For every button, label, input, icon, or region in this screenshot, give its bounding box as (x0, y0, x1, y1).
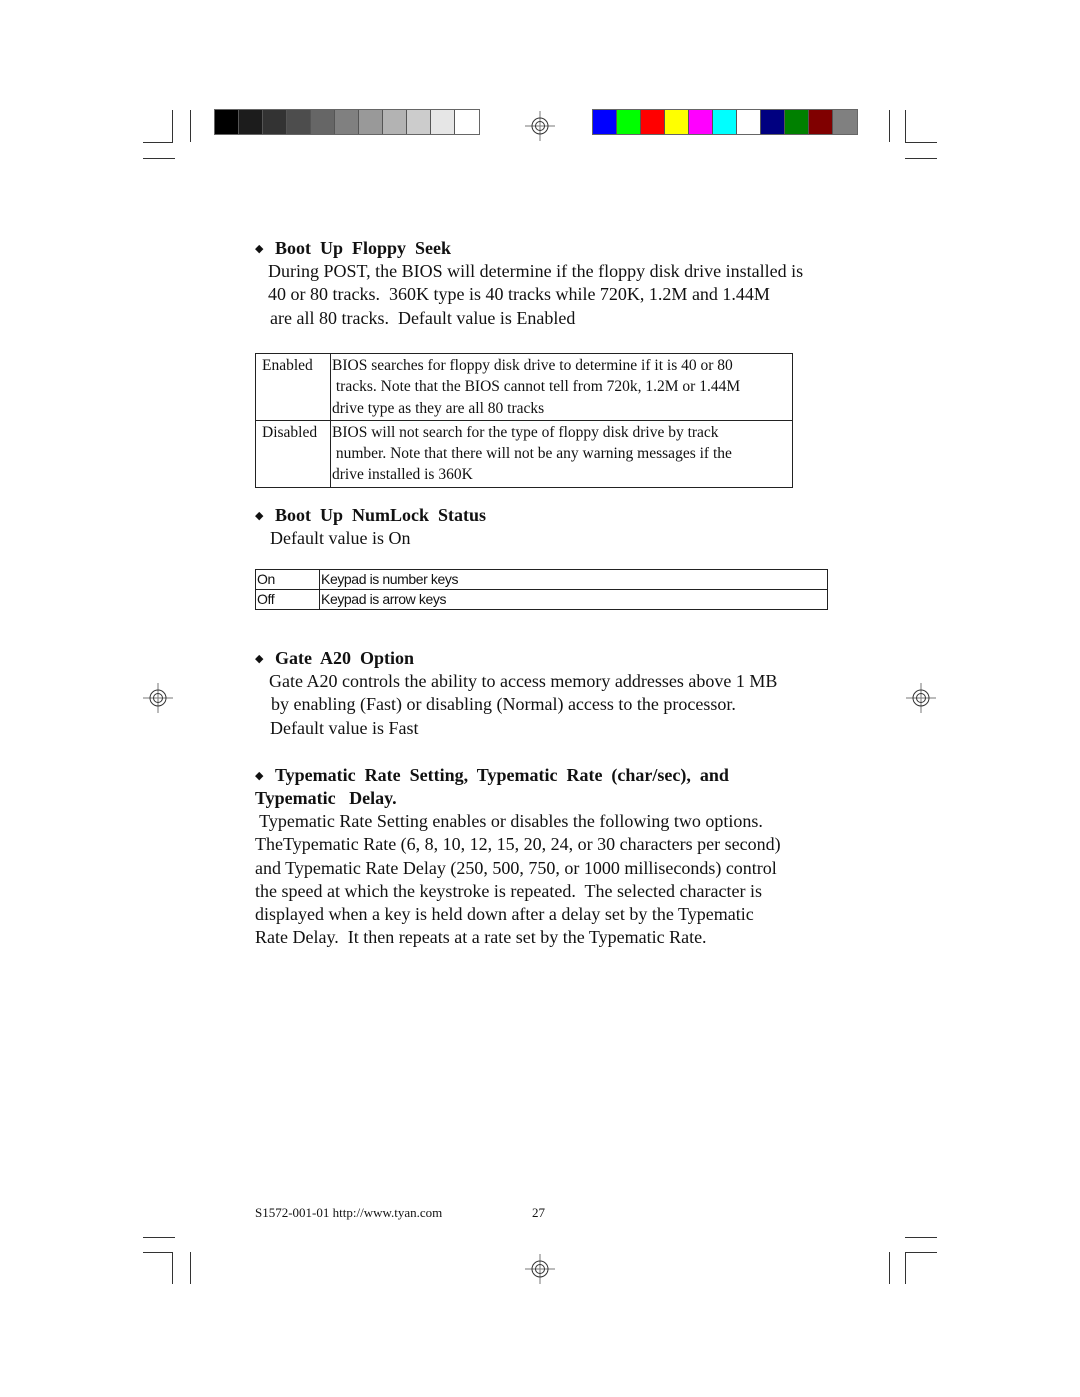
color-swatch (287, 110, 311, 134)
paragraph-line: are all 80 tracks. Default value is Enab… (270, 307, 576, 328)
color-swatch (761, 110, 785, 134)
table-row: Off Keypad is arrow keys (255, 589, 828, 610)
crop-mark (889, 1252, 890, 1284)
grayscale-calibration-bar (214, 109, 480, 135)
paragraph-line: Rate Delay. It then repeats at a rate se… (255, 927, 707, 948)
option-description: Keypad is arrow keys (319, 589, 828, 610)
doc-id: S1572-001-01 (255, 1205, 330, 1220)
section-heading-gate-a20: ◆ Gate A20 Option (255, 648, 414, 669)
floppy-seek-description: During POST, the BIOS will determine if … (268, 260, 803, 330)
website-url: http://www.tyan.com (332, 1205, 443, 1220)
floppy-seek-options-table: Enabled BIOS searches for floppy disk dr… (255, 353, 793, 488)
crop-mark (172, 1252, 173, 1284)
crop-mark (190, 1252, 191, 1284)
color-swatch (431, 110, 455, 134)
crop-mark (889, 110, 890, 142)
color-swatch (335, 110, 359, 134)
heading-text: Typematic Delay. (255, 788, 397, 808)
paragraph-line: the speed at which the keystroke is repe… (255, 880, 762, 901)
color-swatch (407, 110, 431, 134)
paragraph-line: by enabling (Fast) or disabling (Normal)… (271, 694, 736, 715)
option-description: Keypad is number keys (319, 569, 828, 590)
option-name: Disabled (255, 419, 331, 488)
description-line: drive type as they are all 80 tracks (332, 399, 545, 417)
crop-mark (905, 110, 906, 142)
diamond-bullet-icon: ◆ (255, 770, 264, 782)
registration-target-icon (525, 111, 555, 141)
crop-mark (172, 110, 173, 142)
footer-doc-info: S1572-001-01 http://www.tyan.com (255, 1205, 442, 1221)
numlock-options-table: On Keypad is number keys Off Keypad is a… (255, 569, 828, 610)
paragraph-line: During POST, the BIOS will determine if … (268, 261, 804, 281)
color-swatch (689, 110, 713, 134)
color-calibration-bar (592, 109, 858, 135)
option-description: BIOS will not search for the type of flo… (330, 419, 793, 488)
crop-mark (905, 142, 937, 143)
diamond-bullet-icon: ◆ (255, 510, 264, 522)
paragraph-line: Default value is Fast (270, 717, 419, 738)
numlock-description: Default value is On (270, 527, 410, 550)
color-swatch (641, 110, 665, 134)
heading-text: Gate A20 Option (275, 648, 415, 668)
color-swatch (713, 110, 737, 134)
option-name: On (255, 569, 320, 590)
paragraph-line: Gate A20 controls the ability to access … (269, 671, 778, 691)
description-line: BIOS will not search for the type of flo… (332, 423, 719, 441)
color-swatch (665, 110, 689, 134)
heading-text: Typematic Rate Setting, Typematic Rate (… (275, 765, 729, 785)
option-name: Enabled (255, 353, 331, 421)
registration-target-icon (143, 683, 173, 713)
crop-mark (905, 1252, 906, 1284)
diamond-bullet-icon: ◆ (255, 243, 264, 255)
section-heading-floppy-seek: ◆ Boot Up Floppy Seek (255, 238, 451, 259)
crop-mark (190, 110, 191, 142)
color-swatch (455, 110, 479, 134)
registration-target-icon (906, 683, 936, 713)
page-number: 27 (532, 1205, 545, 1220)
color-swatch (215, 110, 239, 134)
crop-mark (905, 1252, 937, 1253)
color-swatch (239, 110, 263, 134)
color-swatch (785, 110, 809, 134)
heading-text: Boot Up Floppy Seek (275, 238, 452, 258)
color-swatch (809, 110, 833, 134)
color-swatch (593, 110, 617, 134)
table-row: Enabled BIOS searches for floppy disk dr… (255, 353, 793, 421)
crop-mark (143, 158, 175, 159)
paragraph-line: displayed when a key is held down after … (255, 904, 754, 925)
gate-a20-description: Gate A20 controls the ability to access … (269, 670, 777, 740)
section-heading-typematic: ◆ Typematic Rate Setting, Typematic Rate … (255, 765, 729, 786)
color-swatch (617, 110, 641, 134)
section-heading-numlock: ◆ Boot Up NumLock Status (255, 505, 486, 526)
description-line: drive installed is 360K (332, 466, 473, 484)
paragraph-line: 40 or 80 tracks. 360K type is 40 tracks … (268, 284, 770, 305)
paragraph-line: Default value is On (270, 528, 411, 548)
diamond-bullet-icon: ◆ (255, 653, 264, 665)
description-line: tracks. Note that the BIOS cannot tell f… (332, 378, 741, 396)
crop-mark (143, 1252, 173, 1253)
option-description: BIOS searches for floppy disk drive to d… (330, 353, 793, 421)
description-line: BIOS searches for floppy disk drive to d… (332, 357, 733, 374)
section-heading-typematic-cont: Typematic Delay. (255, 788, 397, 809)
registration-target-icon (525, 1254, 555, 1284)
crop-mark (143, 142, 173, 143)
heading-text: Boot Up NumLock Status (275, 505, 487, 525)
color-swatch (833, 110, 857, 134)
table-row: Disabled BIOS will not search for the ty… (255, 419, 793, 488)
color-swatch (737, 110, 761, 134)
color-swatch (383, 110, 407, 134)
color-swatch (263, 110, 287, 134)
color-swatch (359, 110, 383, 134)
typematic-description: Typematic Rate Setting enables or disabl… (255, 810, 781, 950)
color-swatch (311, 110, 335, 134)
description-line: number. Note that there will not be any … (332, 445, 732, 463)
paragraph-line: and Typematic Rate Delay (250, 500, 750,… (255, 857, 777, 878)
crop-mark (143, 1237, 175, 1238)
table-row: On Keypad is number keys (255, 569, 828, 590)
crop-mark (905, 158, 937, 159)
paragraph-line: Typematic Rate Setting enables or disabl… (255, 811, 763, 831)
paragraph-line: TheTypematic Rate (6, 8, 10, 12, 15, 20,… (255, 834, 781, 855)
crop-mark (905, 1237, 937, 1238)
option-name: Off (255, 589, 320, 610)
